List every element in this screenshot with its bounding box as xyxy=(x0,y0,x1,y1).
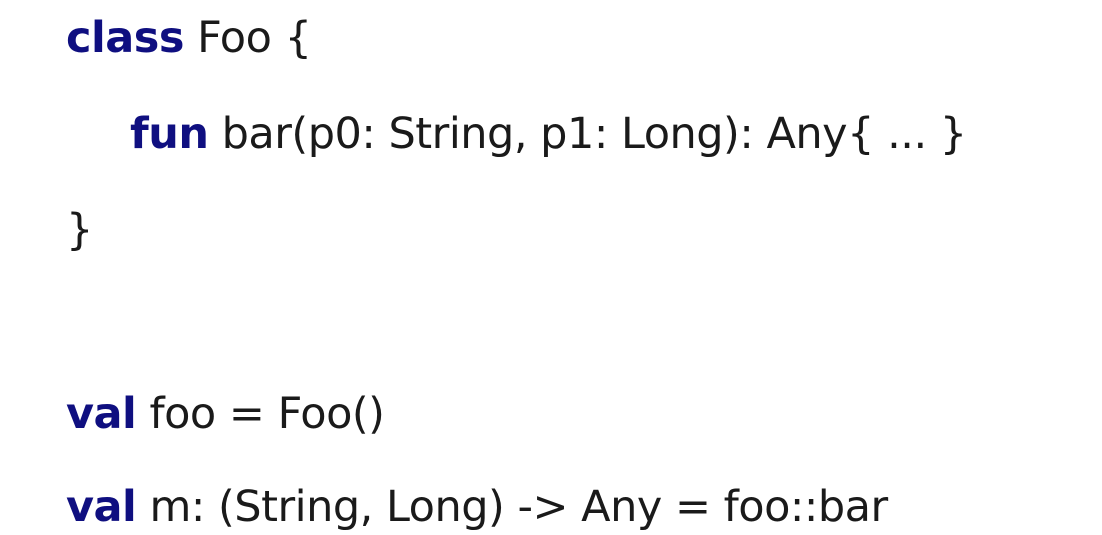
code-line-foo-assignment: val foo = Foo() xyxy=(66,386,385,442)
code-line-closing-brace: } xyxy=(66,202,93,258)
keyword-val: val xyxy=(66,482,137,532)
code-text: bar(p0: String, p1: Long): Any{ ... } xyxy=(208,109,968,159)
code-text: } xyxy=(66,205,93,255)
code-text: Foo { xyxy=(183,13,312,63)
code-snippet: class Foo { fun bar(p0: String, p1: Long… xyxy=(0,0,1102,533)
code-line-class-declaration: class Foo { xyxy=(66,10,312,66)
code-text: foo = Foo() xyxy=(136,389,385,439)
keyword-fun: fun xyxy=(130,109,209,159)
code-line-function-reference: val m: (String, Long) -> Any = foo::bar xyxy=(66,479,888,535)
code-text: m: (String, Long) -> Any = foo::bar xyxy=(136,482,888,532)
keyword-class: class xyxy=(66,13,184,63)
keyword-val: val xyxy=(66,389,137,439)
code-line-function-declaration: fun bar(p0: String, p1: Long): Any{ ... … xyxy=(130,106,967,162)
